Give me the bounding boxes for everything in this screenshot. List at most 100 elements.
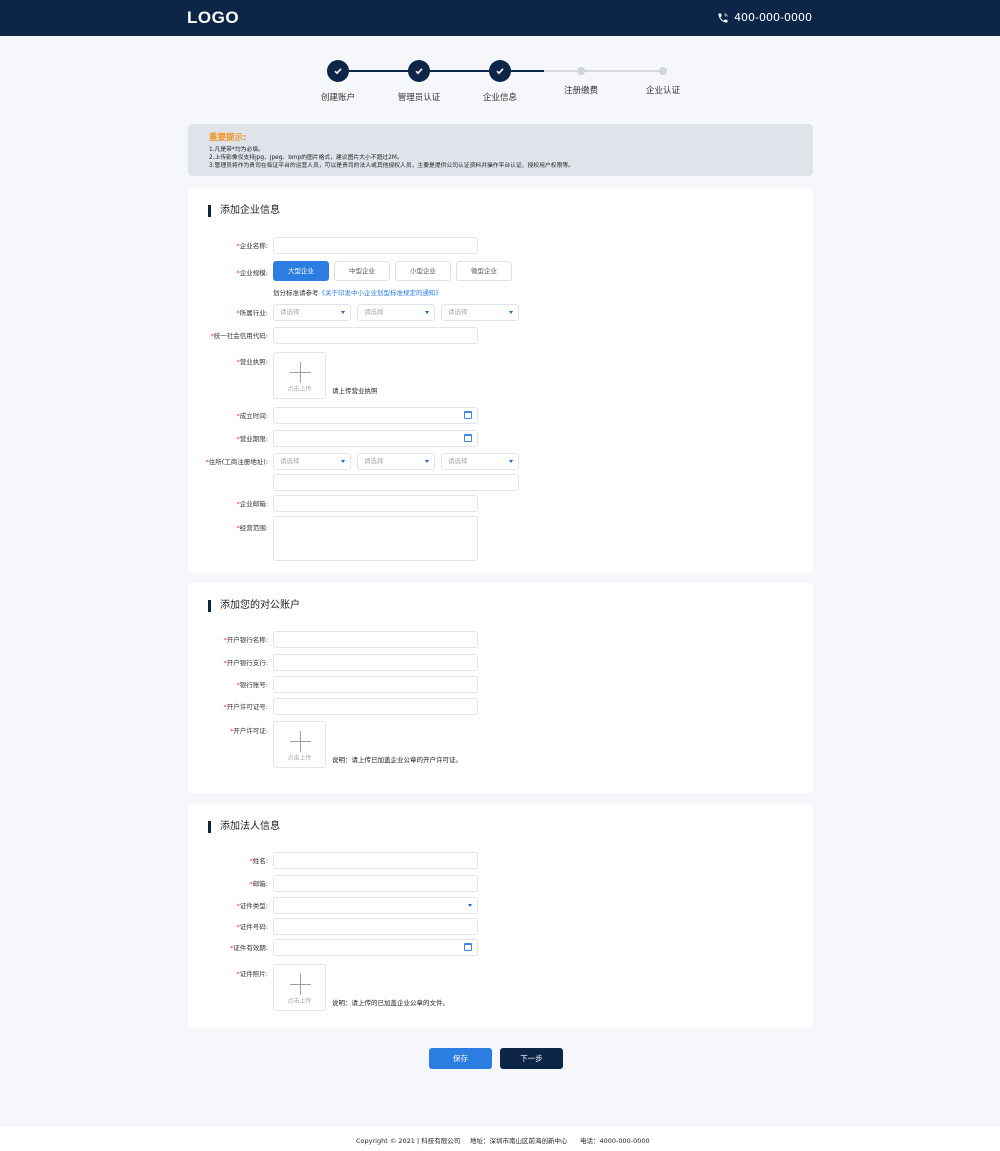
- id-type-select[interactable]: [273, 897, 478, 914]
- field-label: *成立时间:: [236, 412, 268, 420]
- footer-phone: 电话：4000-000-0000: [580, 1137, 650, 1145]
- bank-account-input[interactable]: [273, 676, 478, 693]
- section-title: 添加法人信息: [208, 821, 280, 833]
- pending-dot-icon: [577, 67, 585, 75]
- header-phone: 400-000-0000: [717, 11, 812, 24]
- city-select[interactable]: 请选择: [357, 453, 435, 470]
- field-label: *开户许可证:: [230, 727, 268, 735]
- section-title: 添加您的对公账户: [208, 600, 300, 612]
- id-valid-date-input[interactable]: [273, 939, 478, 956]
- calendar-icon: [464, 411, 472, 419]
- step-create-account: 创建账户: [298, 60, 378, 103]
- license-note: 请上传营业执照: [332, 387, 378, 395]
- footer-address: 地址：深圳市南山区前海创新中心: [470, 1137, 568, 1145]
- step-payment: 注册缴费: [541, 60, 621, 96]
- step-label: 创建账户: [320, 93, 355, 103]
- field-label: *银行账号:: [236, 681, 268, 689]
- permit-no-input[interactable]: [273, 698, 478, 715]
- bank-account-card: 添加您的对公账户 *开户银行名称: *开户银行支行: *银行账号: *开户许可证…: [188, 583, 813, 793]
- field-label: *经营范围:: [236, 524, 268, 532]
- id-no-row: *证件号码:: [188, 918, 813, 936]
- step-label: 企业认证: [645, 86, 680, 96]
- field-label: *企业邮箱:: [236, 500, 268, 508]
- id-no-input[interactable]: [273, 918, 478, 935]
- bank-name-input[interactable]: [273, 631, 478, 648]
- industry-select-3[interactable]: 请选择: [441, 304, 519, 321]
- legal-email-input[interactable]: [273, 875, 478, 892]
- founded-row: *成立时间:: [188, 407, 813, 425]
- phone-icon: [718, 12, 728, 22]
- check-icon: [327, 60, 349, 82]
- dropdown-arrow-icon: [341, 311, 345, 314]
- legal-email-row: *邮箱:: [188, 875, 813, 893]
- footer-copyright: Copyright © 2021 | 科技有限公司: [356, 1137, 461, 1145]
- field-label: *开户银行支行:: [223, 659, 268, 667]
- bank-branch-input[interactable]: [273, 654, 478, 671]
- scale-option-micro[interactable]: 微型企业: [456, 261, 512, 281]
- industry-select-2[interactable]: 请选择: [357, 304, 435, 321]
- dropdown-arrow-icon: [425, 311, 429, 314]
- permit-no-row: *开户许可证号:: [188, 698, 813, 716]
- check-icon: [489, 60, 511, 82]
- district-select[interactable]: 请选择: [441, 453, 519, 470]
- calendar-icon: [464, 434, 472, 442]
- footer: Copyright © 2021 | 科技有限公司 地址：深圳市南山区前海创新中…: [0, 1127, 1000, 1151]
- credit-code-input[interactable]: [273, 327, 478, 344]
- bank-branch-row: *开户银行支行:: [188, 654, 813, 672]
- field-label: *证件类型:: [236, 902, 268, 910]
- check-icon: [408, 60, 430, 82]
- permit-note: 说明：请上传已加盖企业公章的开户许可证。: [332, 756, 462, 764]
- company-name-input[interactable]: [273, 237, 478, 254]
- founded-date-input[interactable]: [273, 407, 478, 424]
- field-label: *开户许可证号:: [223, 703, 268, 711]
- scale-option-small[interactable]: 小型企业: [395, 261, 451, 281]
- dropdown-arrow-icon: [509, 311, 513, 314]
- logo[interactable]: LOGO: [187, 8, 239, 28]
- field-label: *证件有效期:: [230, 944, 268, 952]
- next-step-button[interactable]: 下一步: [500, 1048, 563, 1069]
- business-scope-textarea[interactable]: [273, 516, 478, 561]
- bank-account-row: *银行账号:: [188, 676, 813, 694]
- step-label: 管理员认证: [397, 93, 441, 103]
- step-label: 注册缴费: [563, 86, 598, 96]
- company-email-input[interactable]: [273, 495, 478, 512]
- legal-name-input[interactable]: [273, 852, 478, 869]
- address-detail-input[interactable]: [273, 474, 519, 491]
- phone-number: 400-000-0000: [734, 11, 812, 24]
- company-info-card: 添加企业信息 *企业名称: *企业规模: 大型企业 中型企业 小型企业 微型企业…: [188, 188, 813, 573]
- scale-standard-link[interactable]: 《关于印发中小企业划型标准规定的通知》: [319, 289, 443, 297]
- legal-name-row: *姓名:: [188, 852, 813, 870]
- field-label: *统一社会信用代码:: [210, 332, 268, 340]
- step-label: 企业信息: [482, 93, 517, 103]
- company-name-row: *企业名称:: [188, 237, 813, 255]
- step-company-info: 企业信息: [460, 60, 540, 103]
- legal-person-card: 添加法人信息 *姓名: *邮箱: *证件类型: *证件号码: *证件有效期: *…: [188, 804, 813, 1028]
- save-button[interactable]: 保存: [429, 1048, 492, 1069]
- important-notice: 重要提示: 1.凡是带*均为必填。 2.上传影像仅支持jpg、jpeg、bmp的…: [188, 124, 813, 176]
- term-date-input[interactable]: [273, 430, 478, 447]
- field-label: *企业名称:: [236, 242, 268, 250]
- permit-upload[interactable]: 点击上传: [273, 721, 326, 768]
- dropdown-arrow-icon: [468, 904, 472, 907]
- industry-row: *所属行业: 请选择 请选择 请选择: [188, 304, 813, 322]
- notice-line: 1.凡是带*均为必填。: [209, 147, 264, 153]
- dropdown-arrow-icon: [509, 460, 513, 463]
- field-label: *住所(工商注册地址):: [205, 458, 268, 466]
- field-label: *开户银行名称:: [223, 636, 268, 644]
- id-type-row: *证件类型:: [188, 897, 813, 915]
- notice-title: 重要提示:: [209, 133, 247, 143]
- company-scale-row: *企业规模: 大型企业 中型企业 小型企业 微型企业: [188, 261, 813, 281]
- scale-option-medium[interactable]: 中型企业: [334, 261, 390, 281]
- license-upload[interactable]: 点击上传: [273, 352, 326, 399]
- term-row: *营业期限:: [188, 430, 813, 448]
- province-select[interactable]: 请选择: [273, 453, 351, 470]
- address-row: *住所(工商注册地址): 请选择 请选择 请选择: [188, 453, 813, 471]
- id-photo-upload[interactable]: 点击上传: [273, 964, 326, 1011]
- industry-select-1[interactable]: 请选择: [273, 304, 351, 321]
- scale-option-large[interactable]: 大型企业: [273, 261, 329, 281]
- field-label: *营业期限:: [236, 435, 268, 443]
- field-label: *证件号码:: [236, 923, 268, 931]
- dropdown-arrow-icon: [425, 460, 429, 463]
- dropdown-arrow-icon: [341, 460, 345, 463]
- field-label: *证件照片:: [236, 970, 268, 978]
